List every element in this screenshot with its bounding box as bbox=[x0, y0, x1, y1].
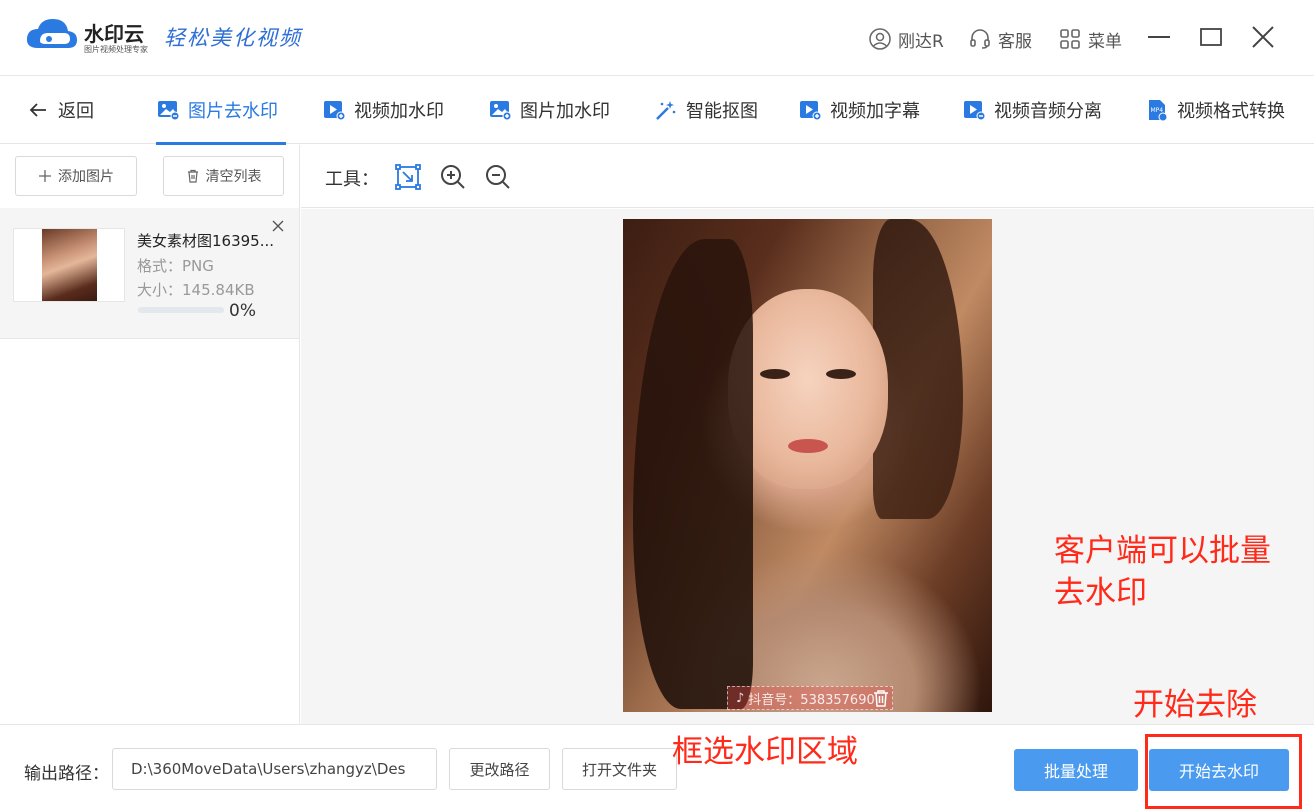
annotation-batch-line2: 去水印 bbox=[1054, 575, 1147, 611]
user-icon bbox=[869, 28, 891, 50]
file-thumbnail bbox=[13, 228, 125, 302]
watermark-text: 抖音号：538357690 bbox=[748, 692, 875, 708]
thumbnail-image bbox=[42, 229, 97, 301]
file-list-panel: 添加图片 清空列表 美女素材图16395... 格式：PNG 大小：145.84… bbox=[0, 145, 300, 725]
file-format: 格式：PNG bbox=[137, 257, 214, 275]
remove-file-icon[interactable] bbox=[270, 218, 286, 234]
open-folder-button[interactable]: 打开文件夹 bbox=[562, 748, 677, 790]
video-icon bbox=[324, 101, 346, 121]
file-name: 美女素材图16395... bbox=[137, 232, 275, 250]
feature-nav: 返回 图片去水印 视频加水印 图片加水印 智能抠图 视频加字幕 视频音频分离 M… bbox=[0, 76, 1314, 145]
canvas-toolbar: 工具： bbox=[301, 145, 1314, 208]
brand-subtitle: 图片视频处理专家 bbox=[84, 45, 148, 54]
zoom-in-icon[interactable] bbox=[439, 163, 467, 191]
minimize-icon[interactable] bbox=[1144, 22, 1174, 52]
tab-label: 视频音频分离 bbox=[994, 101, 1102, 122]
close-icon[interactable] bbox=[1248, 22, 1278, 52]
output-path-label: 输出路径： bbox=[24, 764, 109, 784]
annotation-batch-line1: 客户端可以批量 bbox=[1054, 533, 1271, 569]
plus-icon bbox=[39, 170, 51, 182]
tab-video-audio-separate[interactable]: 视频音频分离 bbox=[962, 94, 1102, 126]
tab-label: 视频加水印 bbox=[354, 101, 444, 122]
headset-icon bbox=[970, 29, 990, 49]
image-canvas: ♪ 抖音号：538357690 客户端可以批量 去水印 开始去除 bbox=[301, 209, 1314, 724]
brand-name: 水印云 bbox=[84, 22, 144, 46]
tiktok-icon: ♪ bbox=[736, 690, 745, 706]
tab-label: 视频格式转换 bbox=[1177, 101, 1285, 122]
tab-video-format-convert[interactable]: MP4 视频格式转换 bbox=[1145, 94, 1285, 126]
user-account-button[interactable]: 刚达R bbox=[868, 26, 944, 52]
tab-label: 图片去水印 bbox=[188, 101, 278, 122]
batch-process-button[interactable]: 批量处理 bbox=[1014, 749, 1138, 791]
photo-eye-right bbox=[826, 369, 856, 379]
annotation-start: 开始去除 bbox=[1133, 687, 1257, 723]
photo-hair-left bbox=[633, 239, 753, 709]
image-icon bbox=[158, 101, 180, 121]
photo-lips bbox=[788, 439, 828, 453]
tab-image-add-watermark[interactable]: 图片加水印 bbox=[488, 94, 610, 126]
file-size: 大小：145.84KB bbox=[137, 281, 255, 299]
tab-label: 智能抠图 bbox=[686, 101, 758, 122]
arrow-left-icon bbox=[29, 103, 46, 117]
watermark-selection-box[interactable]: ♪ 抖音号：538357690 bbox=[727, 686, 893, 710]
add-image-label: 添加图片 bbox=[58, 169, 114, 185]
tab-video-subtitle[interactable]: 视频加字幕 bbox=[798, 94, 920, 126]
magic-wand-icon bbox=[656, 101, 676, 120]
add-image-button[interactable]: 添加图片 bbox=[15, 156, 137, 196]
tab-smart-cutout[interactable]: 智能抠图 bbox=[654, 94, 758, 126]
tab-label: 视频加字幕 bbox=[830, 101, 920, 122]
cloud-logo-icon bbox=[26, 19, 77, 48]
app-window: 水印云 图片视频处理专家 轻松美化视频 刚达R 客服 菜单 返回 图片去水印 视… bbox=[0, 0, 1314, 810]
video-audio-icon bbox=[964, 101, 986, 121]
title-bar: 水印云 图片视频处理专家 轻松美化视频 刚达R 客服 菜单 bbox=[0, 0, 1314, 76]
tab-image-remove-watermark[interactable]: 图片去水印 bbox=[156, 94, 278, 126]
delete-selection-icon[interactable] bbox=[871, 688, 891, 708]
tab-label: 图片加水印 bbox=[520, 101, 610, 122]
select-region-icon[interactable] bbox=[394, 163, 422, 191]
back-button[interactable]: 返回 bbox=[26, 94, 94, 126]
change-path-button[interactable]: 更改路径 bbox=[449, 748, 550, 790]
progress-percent: 0% bbox=[229, 301, 256, 321]
clear-list-label: 清空列表 bbox=[205, 169, 262, 185]
slogan: 轻松美化视频 bbox=[164, 26, 302, 50]
grid-menu-icon bbox=[1060, 29, 1080, 49]
user-name: 刚达R bbox=[898, 31, 944, 52]
annotation-select-region: 框选水印区域 bbox=[672, 734, 858, 770]
menu-label: 菜单 bbox=[1088, 31, 1122, 52]
progress-bar bbox=[138, 307, 224, 313]
trash-icon bbox=[187, 169, 198, 183]
image-add-icon bbox=[490, 101, 512, 121]
annotation-highlight-frame bbox=[1145, 734, 1302, 809]
mp4-icon: MP4 bbox=[1149, 100, 1168, 122]
tab-video-add-watermark[interactable]: 视频加水印 bbox=[322, 94, 444, 126]
tool-label: 工具： bbox=[325, 169, 379, 190]
menu-button[interactable]: 菜单 bbox=[1058, 26, 1122, 52]
bottom-bar: 输出路径： 更改路径 打开文件夹 框选水印区域 批量处理 开始去水印 bbox=[0, 724, 1314, 810]
maximize-icon[interactable] bbox=[1196, 22, 1226, 52]
list-item[interactable]: 美女素材图16395... 格式：PNG 大小：145.84KB 0% bbox=[0, 208, 299, 339]
output-path-field[interactable] bbox=[112, 748, 437, 790]
customer-service-button[interactable]: 客服 bbox=[968, 26, 1032, 52]
zoom-out-icon[interactable] bbox=[484, 163, 512, 191]
back-label: 返回 bbox=[58, 101, 94, 122]
photo-eye-left bbox=[760, 369, 790, 379]
service-label: 客服 bbox=[998, 31, 1032, 52]
video-subtitle-icon bbox=[800, 101, 822, 121]
preview-image[interactable]: ♪ 抖音号：538357690 bbox=[623, 219, 992, 712]
clear-list-button[interactable]: 清空列表 bbox=[163, 156, 284, 196]
